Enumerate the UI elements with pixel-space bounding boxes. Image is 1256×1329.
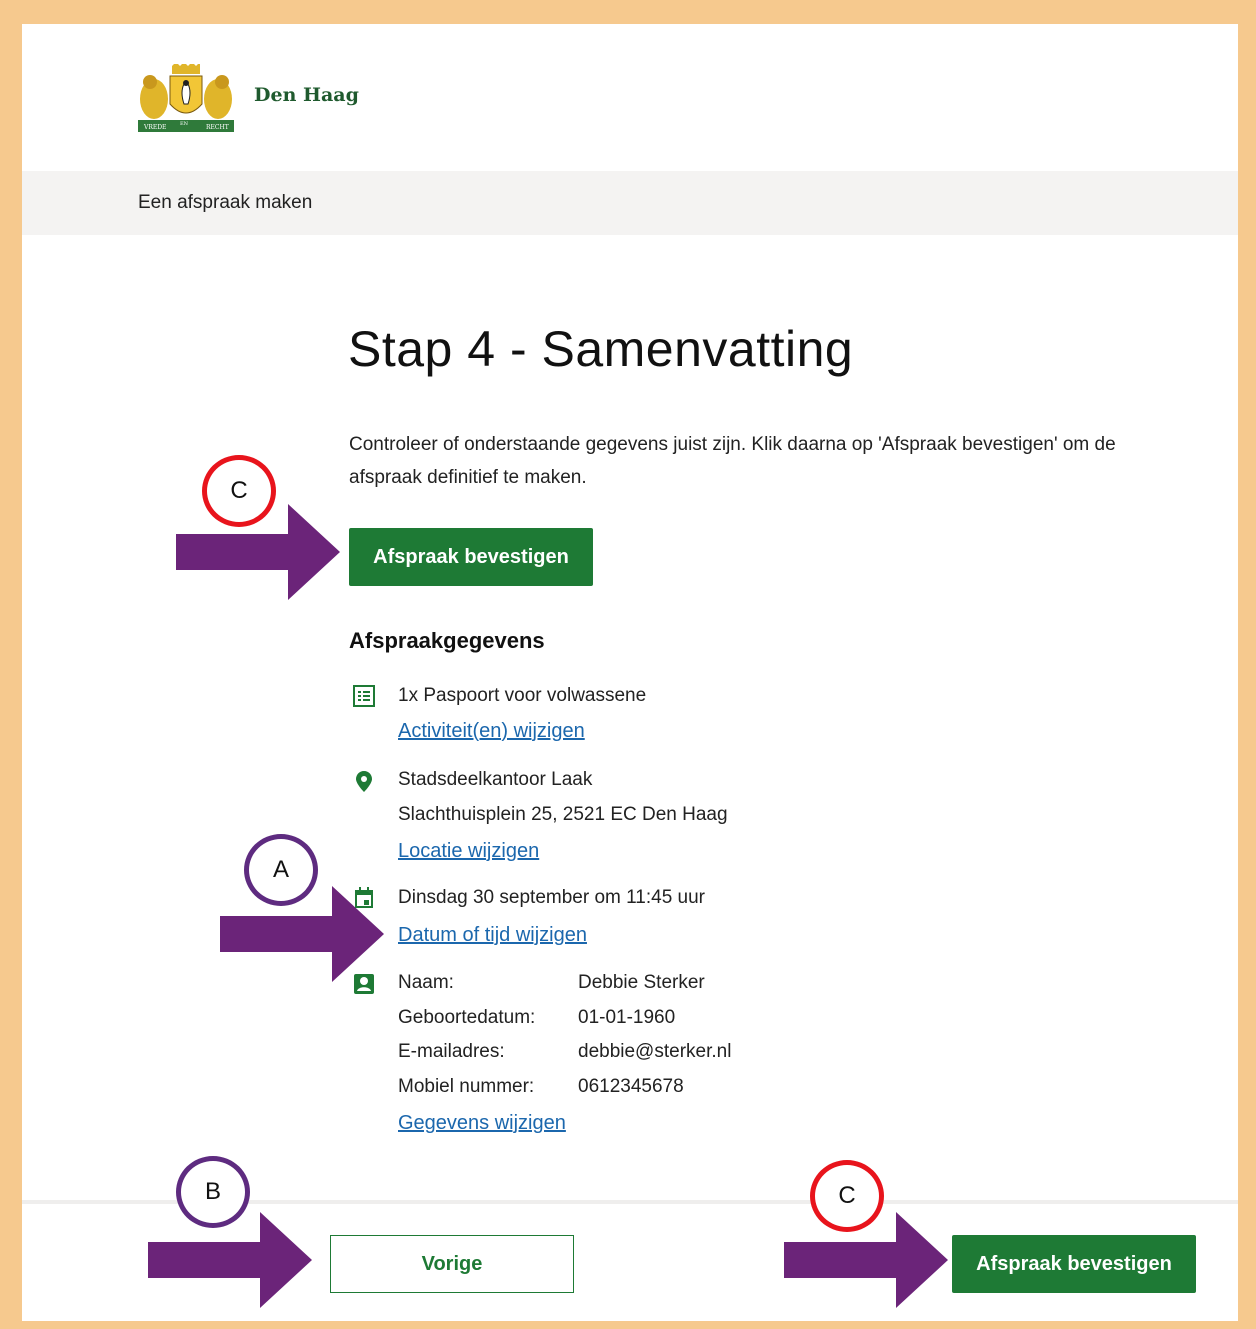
location-name: Stadsdeelkantoor Laak xyxy=(398,769,593,790)
person-field-label: E-mailadres: xyxy=(398,1041,505,1062)
appointment-datetime: Dinsdag 30 september om 11:45 uur xyxy=(398,887,705,908)
intro-text: Controleer of onderstaande gegevens juis… xyxy=(349,434,1116,488)
person-field-label: Geboortedatum: xyxy=(398,1007,536,1028)
logo-banner-right: RECHT xyxy=(206,124,229,131)
annotation-arrow-c-top xyxy=(176,504,340,600)
list-icon xyxy=(353,685,375,707)
annotation-arrow-c-bottom xyxy=(784,1212,948,1308)
change-datetime-link[interactable]: Datum of tijd wijzigen xyxy=(398,924,587,947)
page-frame: VREDE EN RECHT Den Haag Een afspraak mak… xyxy=(22,24,1238,1321)
page-title: Stap 4 - Samenvatting xyxy=(348,321,854,377)
logo-banner-left: VREDE xyxy=(143,124,166,131)
person-field-value: debbie@sterker.nl xyxy=(578,1041,732,1062)
brand-name[interactable]: Den Haag xyxy=(254,84,359,106)
site-header: VREDE EN RECHT Den Haag xyxy=(22,24,1238,171)
sub-header-bar: Een afspraak maken xyxy=(22,171,1238,235)
previous-button[interactable]: Vorige xyxy=(330,1235,574,1293)
person-field-label: Naam: xyxy=(398,972,454,993)
logo-banner-middle: EN xyxy=(180,121,189,127)
person-field-value: 01-01-1960 xyxy=(578,1007,676,1028)
confirm-appointment-button-bottom[interactable]: Afspraak bevestigen xyxy=(952,1235,1196,1293)
sub-header-title: Een afspraak maken xyxy=(138,192,313,213)
person-field-label: Mobiel nummer: xyxy=(398,1076,535,1097)
den-haag-coat-of-arms-logo[interactable]: VREDE EN RECHT xyxy=(136,64,236,134)
person-field-value: 0612345678 xyxy=(578,1076,684,1097)
change-activity-link[interactable]: Activiteit(en) wijzigen xyxy=(398,720,585,743)
person-field-value: Debbie Sterker xyxy=(578,972,705,993)
section-title: Afspraakgegevens xyxy=(349,628,545,653)
change-personal-details-link[interactable]: Gegevens wijzigen xyxy=(398,1112,566,1135)
map-pin-icon xyxy=(356,771,372,792)
activity-text: 1x Paspoort voor volwassene xyxy=(398,685,647,706)
annotation-arrow-a xyxy=(220,886,384,982)
annotation-arrow-b xyxy=(148,1212,312,1308)
change-location-link[interactable]: Locatie wijzigen xyxy=(398,840,539,863)
confirm-appointment-button-top[interactable]: Afspraak bevestigen xyxy=(349,528,593,586)
location-address: Slachthuisplein 25, 2521 EC Den Haag xyxy=(398,804,728,825)
